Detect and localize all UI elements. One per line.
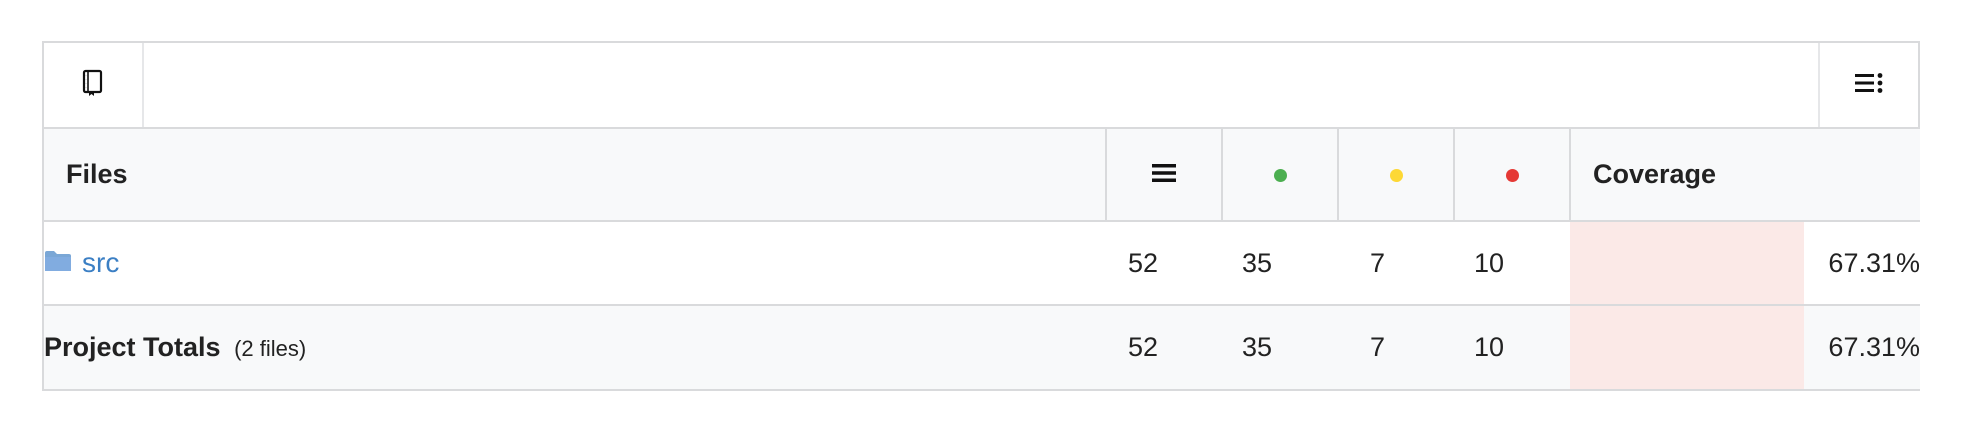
missed-header[interactable]: [1453, 129, 1570, 222]
book-button[interactable]: [44, 43, 144, 127]
list-menu-icon: [1854, 71, 1884, 100]
coverage-table: Files Coverage src 52 35 7 10 67.31% Pro…: [44, 129, 1920, 389]
totals-coverage-value: 67.31%: [1828, 332, 1920, 362]
lines-cell: 52: [1128, 247, 1159, 278]
book-icon: [81, 69, 105, 102]
yellow-dot-icon: [1389, 169, 1403, 183]
totals-missed-cell: 10: [1474, 332, 1505, 362]
file-name-cell: src: [44, 221, 1106, 305]
covered-cell: 35: [1242, 247, 1273, 278]
red-dot-icon: [1505, 169, 1519, 183]
totals-partial-cell: 7: [1370, 332, 1386, 362]
table-row: src 52 35 7 10 67.31%: [44, 221, 1920, 305]
table-header-row: Files Coverage: [44, 129, 1920, 222]
totals-covered-cell: 35: [1242, 332, 1273, 362]
toolbar: [44, 43, 1918, 129]
folder-icon: [44, 247, 82, 279]
folder-link-src[interactable]: src: [44, 247, 119, 279]
coverage-bar: [1570, 222, 1804, 304]
list-menu-button[interactable]: [1818, 43, 1918, 127]
totals-coverage-cell: 67.31%: [1570, 305, 1920, 389]
partial-cell: 7: [1370, 247, 1386, 278]
coverage-panel: Files Coverage src 52 35 7 10 67.31% Pro…: [42, 41, 1920, 391]
green-dot-icon: [1273, 169, 1287, 183]
totals-file-count: (2 files): [234, 336, 307, 361]
folder-name: src: [82, 247, 120, 278]
coverage-cell: 67.31%: [1570, 221, 1920, 305]
totals-coverage-bar: [1570, 306, 1804, 389]
coverage-header[interactable]: Coverage: [1569, 129, 1920, 222]
totals-label: Project Totals: [44, 332, 221, 362]
files-header[interactable]: Files: [44, 129, 1106, 222]
totals-lines-cell: 52: [1128, 332, 1159, 362]
totals-label-cell: Project Totals (2 files): [44, 305, 1106, 389]
partial-header[interactable]: [1337, 129, 1454, 222]
missed-cell: 10: [1474, 247, 1505, 278]
lines-icon: [1152, 159, 1176, 189]
totals-row: Project Totals (2 files) 52 35 7 10 67.3…: [44, 305, 1920, 389]
coverage-value: 67.31%: [1828, 247, 1920, 278]
lines-header[interactable]: [1105, 129, 1222, 222]
covered-header[interactable]: [1221, 129, 1338, 222]
